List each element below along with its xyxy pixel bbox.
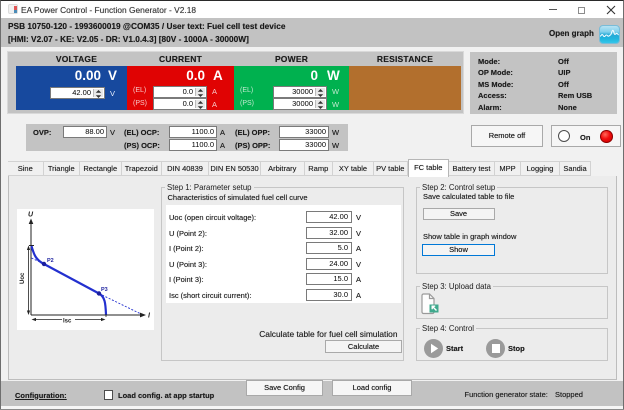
svg-text:P2: P2 — [47, 258, 54, 264]
svg-text:Isc: Isc — [63, 319, 72, 325]
svg-text:P3: P3 — [101, 287, 108, 293]
svg-text:Uoc: Uoc — [20, 272, 26, 284]
svg-text:U: U — [28, 212, 34, 219]
svg-text:I: I — [148, 313, 151, 320]
